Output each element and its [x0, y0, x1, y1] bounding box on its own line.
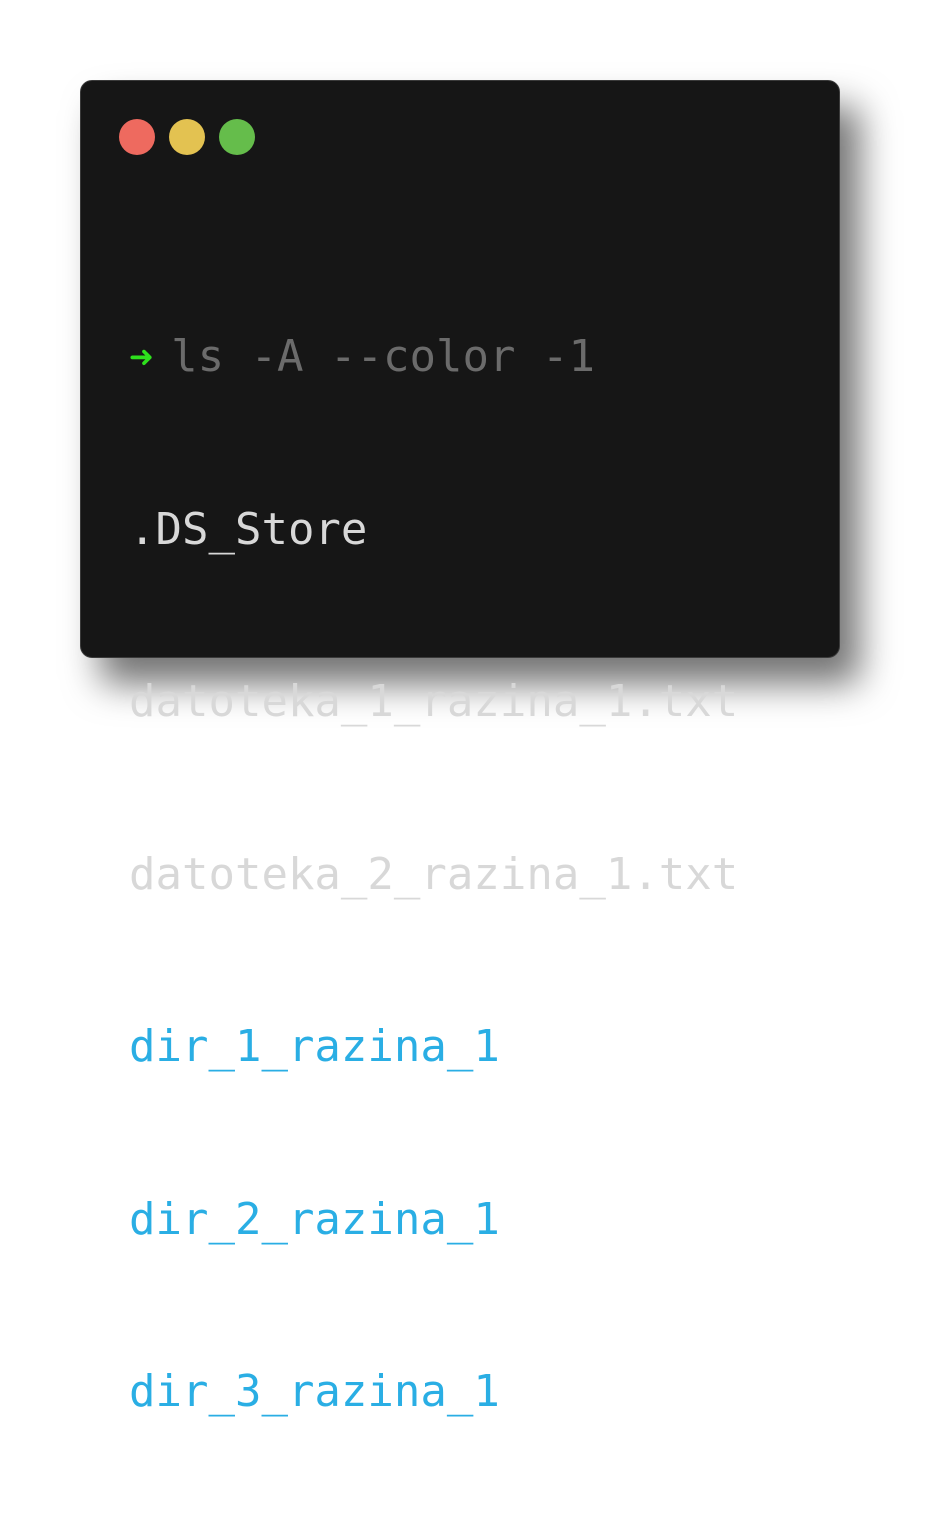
output-line: dir_3_razina_1	[129, 1366, 500, 1417]
minimize-button[interactable]	[169, 119, 205, 155]
maximize-button[interactable]	[219, 119, 255, 155]
close-button[interactable]	[119, 119, 155, 155]
prompt-arrow-icon: ➜	[129, 335, 154, 381]
command-text: ls -A --color -1	[171, 331, 595, 382]
command-line: ➜ ls -A --color -1	[129, 328, 819, 386]
output-line: datoteka_1_razina_1.txt	[129, 676, 739, 727]
output-line: dir_1_razina_1	[129, 1021, 500, 1072]
output-line: .DS_Store	[129, 503, 368, 555]
window-controls	[119, 119, 255, 155]
output-line: dir_2_razina_1	[129, 1193, 500, 1245]
output-line: datoteka_2_razina_1.txt	[129, 848, 739, 900]
terminal-output[interactable]: ➜ ls -A --color -1 .DS_Store datoteka_1_r…	[129, 213, 819, 1536]
terminal-window: ➜ ls -A --color -1 .DS_Store datoteka_1_r…	[80, 80, 840, 1417]
